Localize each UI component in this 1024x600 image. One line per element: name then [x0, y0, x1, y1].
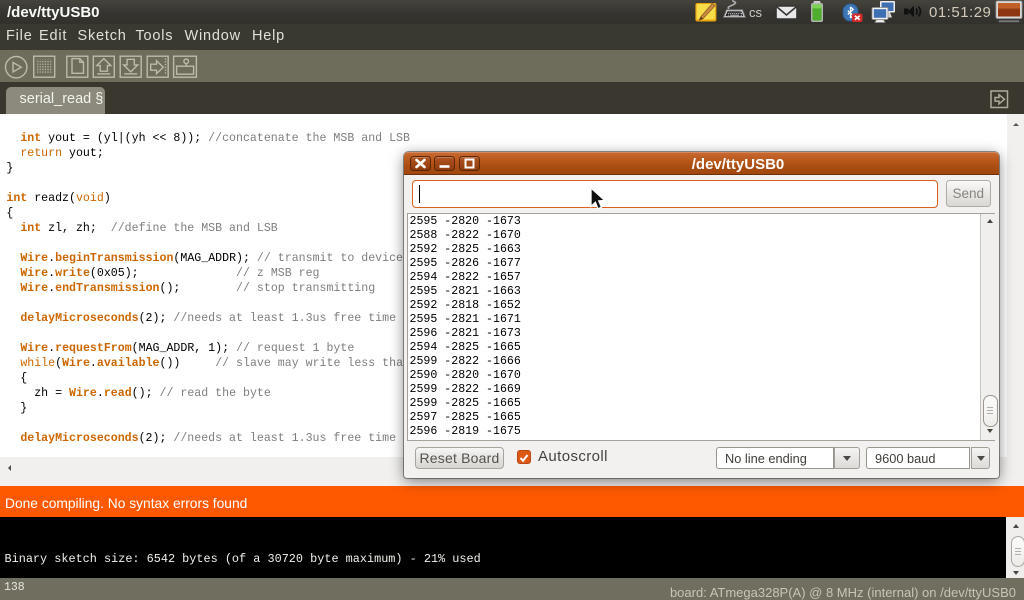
svg-text:cs: cs [749, 5, 763, 20]
